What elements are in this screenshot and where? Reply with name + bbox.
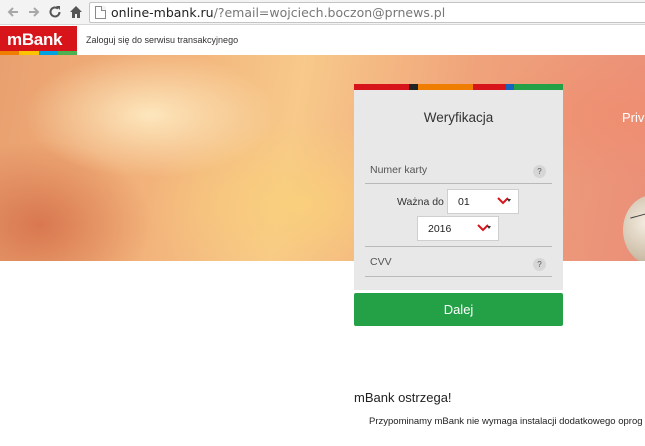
- browser-toolbar: online-mbank.ru/?email=wojciech.boczon@p…: [0, 0, 645, 25]
- card-number-label: Numer karty: [370, 164, 428, 176]
- expiry-month-value: 01: [458, 196, 470, 208]
- forward-arrow-icon[interactable]: [25, 3, 43, 21]
- address-bar[interactable]: online-mbank.ru/?email=wojciech.boczon@p…: [89, 2, 645, 23]
- card-color-stripes: [354, 84, 563, 90]
- cut-off-text: [354, 440, 434, 446]
- cvv-label: CVV: [370, 256, 392, 268]
- cvv-field[interactable]: CVV ?: [365, 246, 552, 277]
- card-title: Weryfikacja: [423, 110, 494, 125]
- card-stripe: [514, 84, 563, 90]
- logo-text: mBank: [7, 30, 63, 49]
- expiry-year-value: 2016: [428, 223, 452, 235]
- expiry-year-select[interactable]: 2016: [417, 216, 499, 241]
- login-title: Zaloguj się do serwisu transakcyjnego: [86, 35, 239, 45]
- help-icon[interactable]: ?: [533, 165, 546, 178]
- page-icon: [95, 6, 106, 19]
- warning-text: Przypominamy mBank nie wymaga instalacji…: [369, 416, 643, 427]
- hero-text: Priv: [622, 110, 645, 125]
- card-number-field[interactable]: Numer karty ?: [365, 158, 552, 184]
- page: online-mbank.ru/?email=wojciech.boczon@p…: [0, 0, 645, 446]
- back-arrow-icon[interactable]: [4, 3, 22, 21]
- hero-image: [623, 195, 645, 261]
- chevron-down-icon: [477, 224, 491, 232]
- next-button[interactable]: Dalej: [354, 293, 563, 326]
- verification-card: Weryfikacja Numer karty ? Ważna do 01 20…: [354, 84, 563, 290]
- mbank-logo[interactable]: mBank: [0, 26, 77, 55]
- expiry-month-select[interactable]: 01: [447, 189, 519, 214]
- chevron-down-icon: [497, 197, 511, 205]
- url-path: /?email=wojciech.boczon@prnews.pl: [213, 5, 446, 20]
- warning-heading: mBank ostrzega!: [354, 390, 452, 405]
- home-icon[interactable]: [67, 3, 85, 21]
- card-stripe: [418, 84, 473, 90]
- reload-icon[interactable]: [46, 3, 64, 21]
- expiry-label: Ważna do: [397, 196, 444, 208]
- card-stripe: [506, 84, 514, 90]
- card-stripe: [354, 84, 409, 90]
- site-header: mBank Zaloguj się do serwisu transakcyjn…: [0, 26, 645, 55]
- card-stripe: [409, 84, 418, 90]
- help-icon[interactable]: ?: [533, 258, 546, 271]
- card-stripe: [473, 84, 506, 90]
- url-host: online-mbank.ru: [111, 5, 214, 20]
